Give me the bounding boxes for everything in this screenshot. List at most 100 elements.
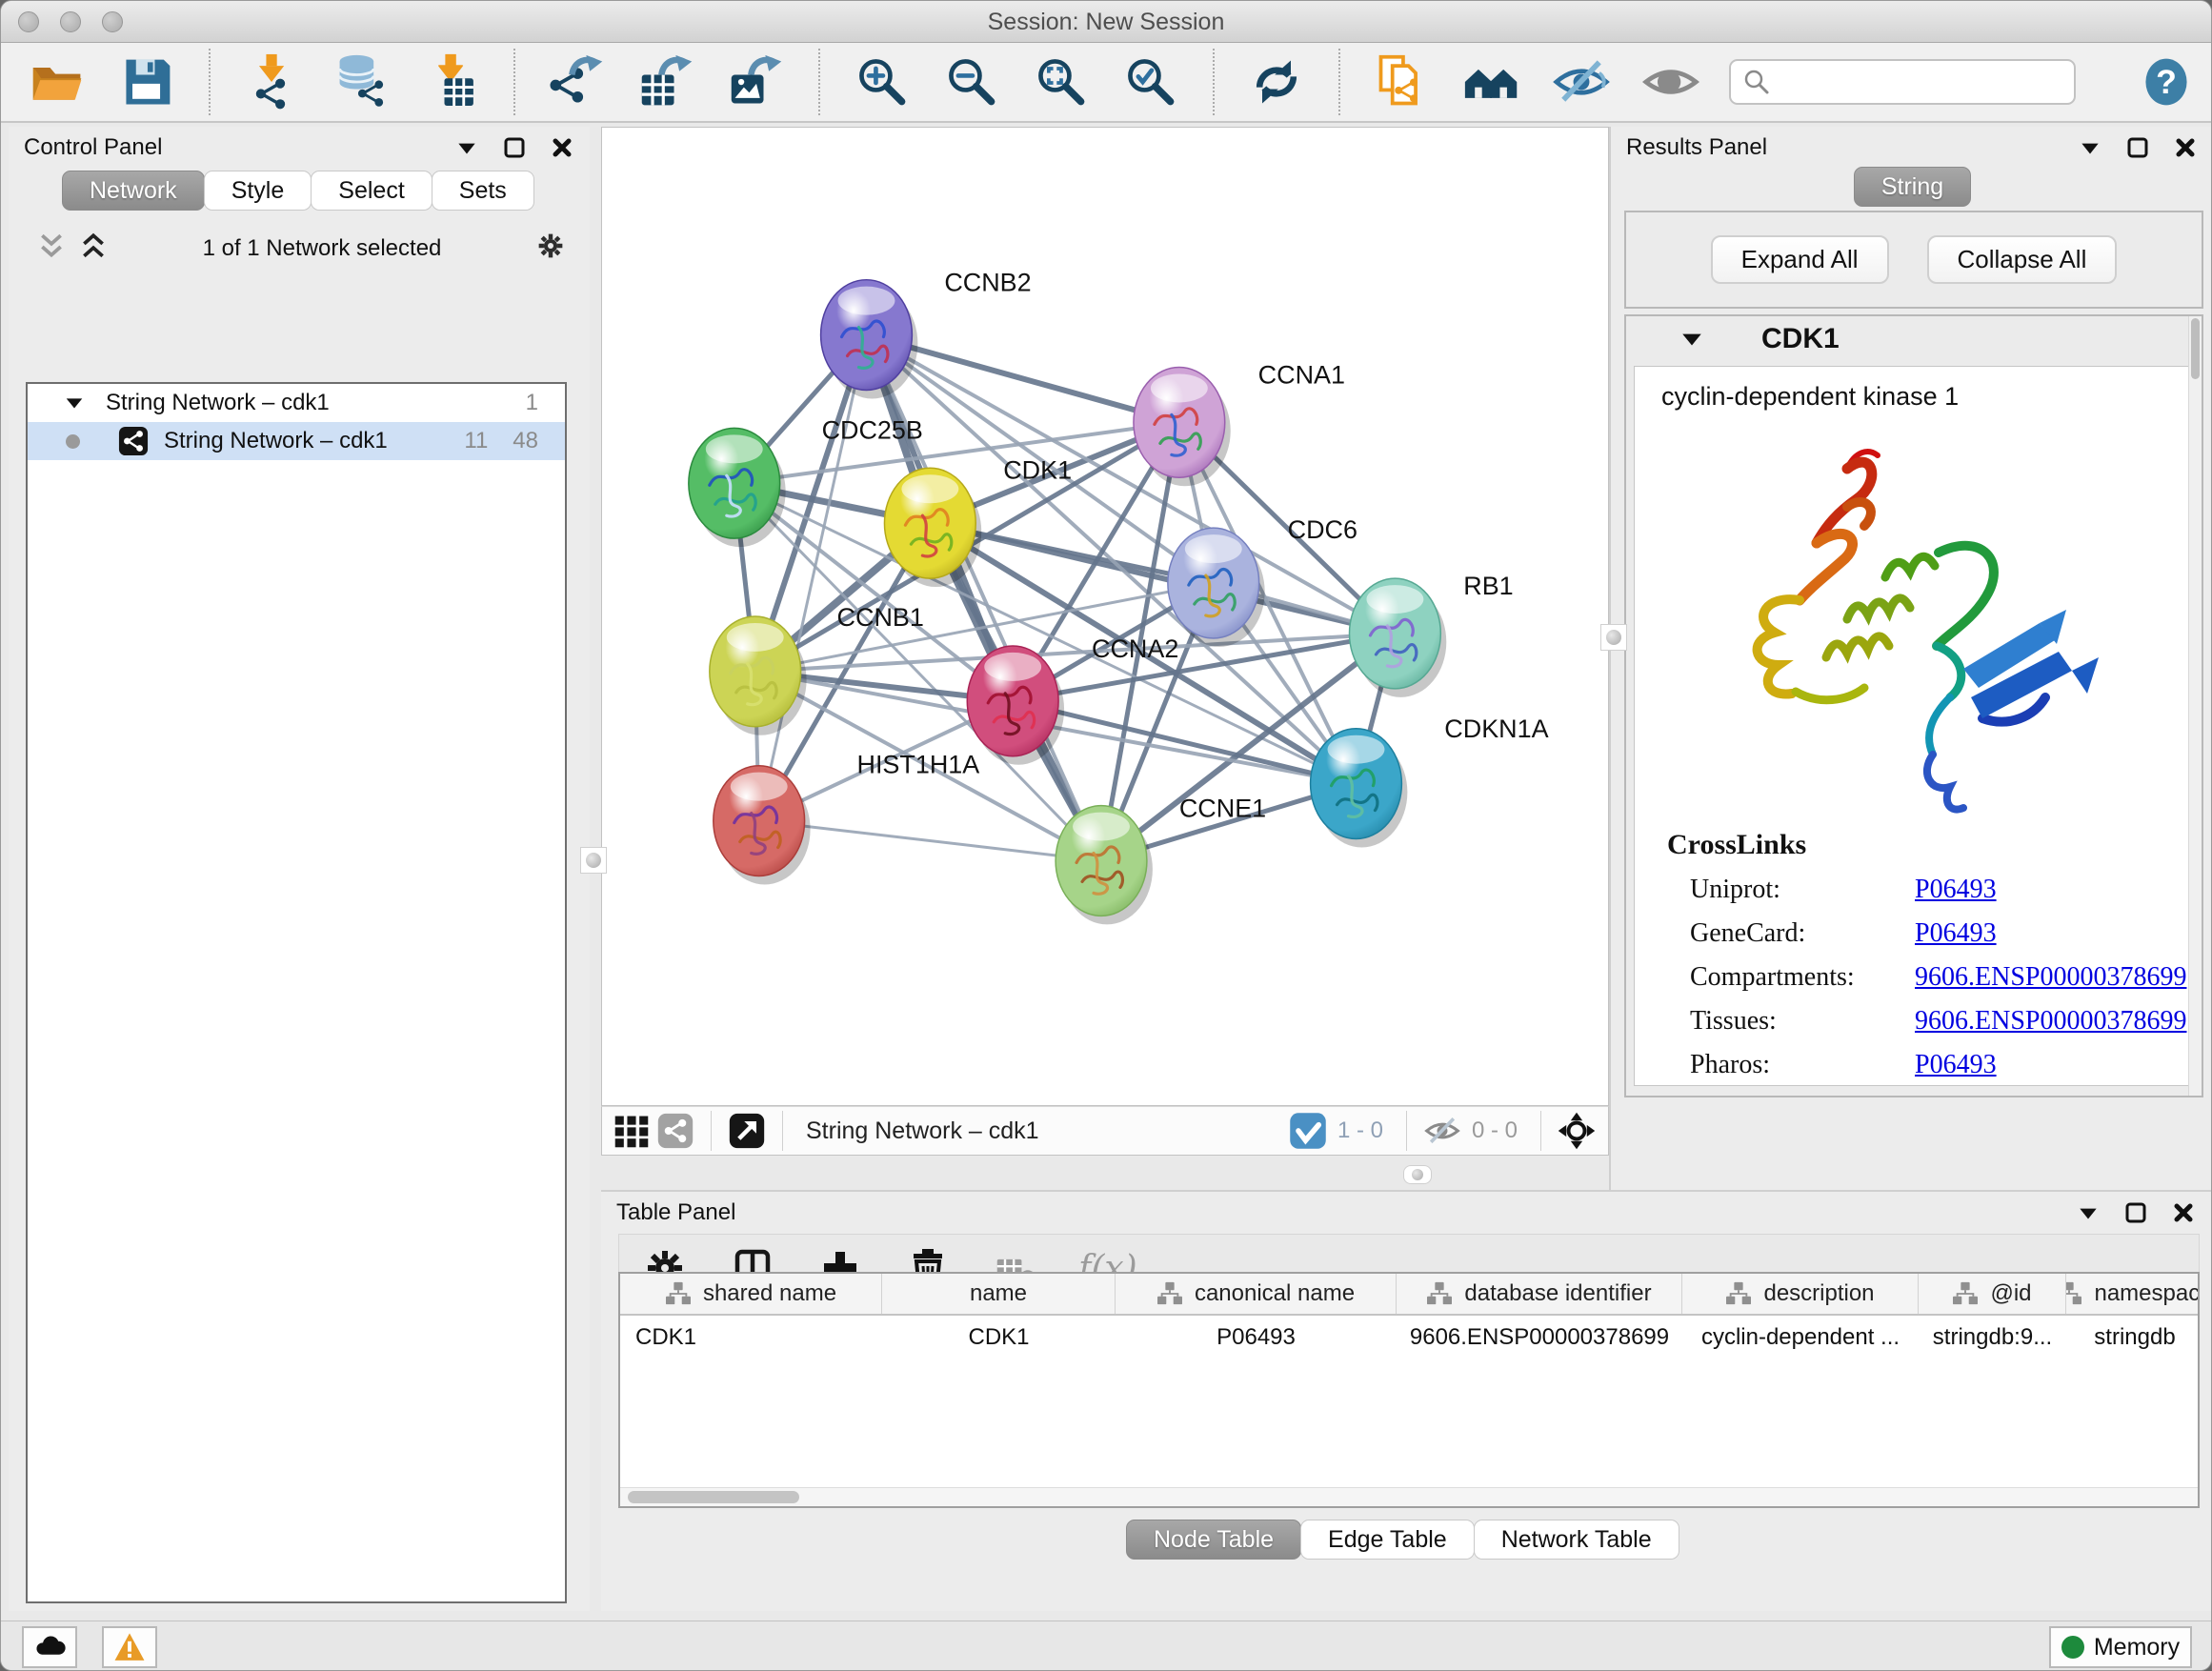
zoom-out-button[interactable] (940, 50, 1003, 113)
window-close-button[interactable] (18, 11, 39, 32)
tab-string[interactable]: String (1854, 167, 1971, 207)
node-CDKN1A[interactable] (1311, 729, 1408, 848)
help-button[interactable]: ? (2135, 50, 2198, 113)
table-row[interactable]: CDK1CDK1P064939606.ENSP00000378699cyclin… (620, 1316, 2198, 1359)
zoom-in-button[interactable] (851, 50, 914, 113)
window-minimize-button[interactable] (60, 11, 81, 32)
node-CDK1[interactable] (884, 468, 981, 587)
network-table-splitter[interactable] (601, 1156, 1609, 1190)
node-CCNB1[interactable] (710, 616, 807, 735)
results-scrollbar-thumb[interactable] (2191, 318, 2200, 379)
network-collection-count: 1 (526, 390, 538, 416)
network-collection-row[interactable]: String Network – cdk1 1 (28, 384, 565, 422)
import-network-from-file-button[interactable] (241, 50, 304, 113)
export-table-button[interactable] (635, 50, 698, 113)
open-in-new-window-button[interactable] (725, 1109, 769, 1153)
tab-node-table[interactable]: Node Table (1126, 1520, 1301, 1560)
column-header-id[interactable]: @id (1919, 1274, 2066, 1314)
show-all-button[interactable] (1639, 50, 1702, 113)
control-panel-close-button[interactable] (550, 135, 574, 160)
crosslink-link[interactable]: 9606.ENSP00000378699 (1915, 1006, 2186, 1037)
node-CDC6[interactable] (1168, 528, 1265, 647)
results-panel-close-button[interactable] (2173, 135, 2198, 160)
new-network-from-selection-button[interactable] (1371, 50, 1434, 113)
column-header-shared-name[interactable]: shared name (620, 1274, 882, 1314)
table-cell[interactable]: cyclin-dependent ... (1682, 1316, 1919, 1359)
import-network-from-database-button[interactable] (331, 50, 393, 113)
left-splitter-handle[interactable] (580, 847, 607, 874)
table-panel-collapse-button[interactable] (2076, 1200, 2101, 1225)
tab-network-table[interactable]: Network Table (1474, 1520, 1679, 1560)
table-panel-close-button[interactable] (2171, 1200, 2196, 1225)
first-neighbors-button[interactable] (1460, 50, 1523, 113)
warnings-button[interactable] (102, 1626, 157, 1668)
birds-eye-view-button[interactable] (1555, 1109, 1599, 1153)
refresh-layout-button[interactable] (1245, 50, 1308, 113)
network-share-view-button[interactable] (654, 1109, 697, 1153)
column-header-canonical-name[interactable]: canonical name (1116, 1274, 1397, 1314)
column-header-database-identifier[interactable]: database identifier (1397, 1274, 1682, 1314)
expand-all-tree-button[interactable] (79, 232, 108, 265)
cdk1-section-header[interactable]: CDK1 (1626, 316, 2202, 362)
tab-style[interactable]: Style (204, 171, 312, 211)
table-cell[interactable]: stringdb:9... (1919, 1316, 2066, 1359)
crosslink-link[interactable]: P06493 (1915, 1050, 1997, 1080)
node-CCNA2[interactable] (967, 646, 1064, 765)
edge-CCNB2-HIST1H1A[interactable] (759, 335, 867, 821)
node-RB1[interactable] (1350, 578, 1447, 697)
table-cell[interactable]: P06493 (1116, 1316, 1397, 1359)
hidden-elements-icon[interactable] (1420, 1109, 1464, 1153)
column-header-name[interactable]: name (882, 1274, 1116, 1314)
results-panel-collapse-button[interactable] (2078, 135, 2102, 160)
control-panel-float-button[interactable] (502, 135, 527, 160)
cloud-status-button[interactable] (22, 1626, 77, 1668)
tab-sets[interactable]: Sets (432, 171, 534, 211)
collapse-all-button[interactable]: Collapse All (1927, 235, 2118, 284)
grid-view-button[interactable] (610, 1109, 654, 1153)
open-session-button[interactable] (26, 50, 89, 113)
node-CCNE1[interactable] (1056, 806, 1153, 925)
tab-edge-table[interactable]: Edge Table (1300, 1520, 1475, 1560)
tab-select[interactable]: Select (311, 171, 432, 211)
crosslink-link[interactable]: P06493 (1915, 918, 1997, 949)
table-hscrollbar-thumb[interactable] (628, 1491, 799, 1503)
selected-checkbox-icon[interactable] (1286, 1109, 1330, 1153)
node-HIST1H1A[interactable] (714, 766, 811, 885)
collapse-all-tree-button[interactable] (37, 232, 66, 265)
search-box[interactable] (1729, 59, 2076, 105)
table-cell[interactable]: CDK1 (620, 1316, 882, 1359)
export-network-button[interactable] (546, 50, 609, 113)
node-CCNA1[interactable] (1134, 368, 1231, 487)
edge-CCNB2-CCNE1[interactable] (866, 335, 1101, 861)
bottom-splitter-handle[interactable] (1403, 1165, 1432, 1184)
tab-network[interactable]: Network (62, 171, 205, 211)
search-input[interactable] (1779, 63, 2074, 101)
save-session-button[interactable] (115, 50, 178, 113)
node-CDC25B[interactable] (689, 428, 786, 547)
edge-HIST1H1A-CCNE1[interactable] (759, 821, 1101, 861)
node-CCNB2[interactable] (821, 280, 918, 399)
zoom-fit-content-button[interactable] (1030, 50, 1093, 113)
column-header-namespace[interactable]: namespace (2066, 1274, 2200, 1314)
table-cell[interactable]: 9606.ENSP00000378699 (1397, 1316, 1682, 1359)
right-splitter-handle[interactable] (1600, 624, 1627, 651)
table-panel-float-button[interactable] (2123, 1200, 2148, 1225)
column-header-description[interactable]: description (1682, 1274, 1919, 1314)
network-canvas[interactable]: CCNB2CCNA1CDC25BCDK1CDC6RB1CCNB1CCNA2CDK… (601, 127, 1609, 1106)
crosslink-link[interactable]: P06493 (1915, 875, 1997, 905)
control-panel-collapse-button[interactable] (454, 135, 479, 160)
window-zoom-button[interactable] (102, 11, 123, 32)
hide-selected-button[interactable] (1550, 50, 1613, 113)
expand-all-button[interactable]: Expand All (1711, 235, 1889, 284)
zoom-selected-region-button[interactable] (1119, 50, 1182, 113)
import-table-from-file-button[interactable] (420, 50, 483, 113)
results-panel-float-button[interactable] (2125, 135, 2150, 160)
window-title: Session: New Session (1, 1, 2211, 43)
memory-button[interactable]: Memory (2049, 1626, 2192, 1668)
table-cell[interactable]: CDK1 (882, 1316, 1116, 1359)
network-row-selected[interactable]: String Network – cdk1 11 48 (28, 422, 565, 460)
table-cell[interactable]: stringdb (2066, 1316, 2200, 1359)
network-options-button[interactable] (536, 232, 565, 265)
export-image-button[interactable] (725, 50, 788, 113)
crosslink-link[interactable]: 9606.ENSP00000378699 (1915, 962, 2186, 993)
